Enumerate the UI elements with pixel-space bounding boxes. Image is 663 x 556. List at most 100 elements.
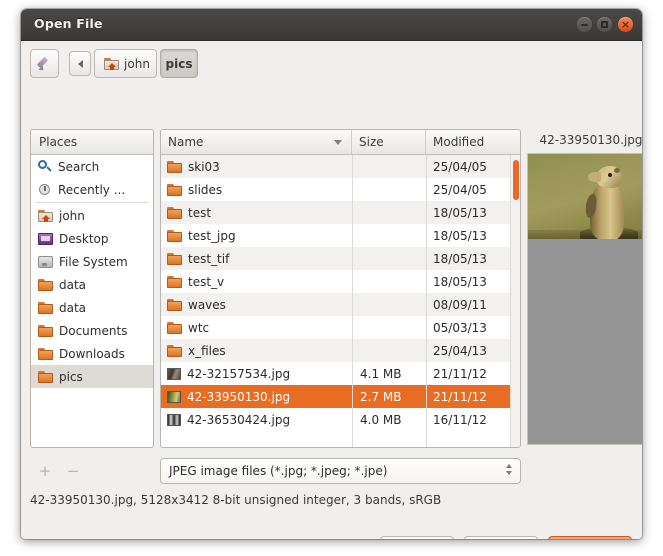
folder-icon: [167, 321, 182, 334]
folder-icon: [38, 347, 53, 360]
file-name: waves: [188, 297, 226, 312]
add-filter-button[interactable]: +: [37, 463, 53, 479]
file-name: test: [188, 205, 212, 220]
close-icon: ×: [620, 17, 631, 31]
edit-path-button[interactable]: [30, 49, 59, 78]
file-size: 4.1 MB: [360, 366, 402, 381]
file-name: test_v: [188, 274, 225, 289]
table-row[interactable]: 42-32157534.jpg 4.1 MB 21/11/12: [161, 362, 520, 385]
file-modified: 21/11/12: [433, 366, 487, 381]
close-button[interactable]: ×: [618, 17, 633, 32]
sidebar-item-label: Desktop: [59, 231, 109, 246]
sidebar-item-label: john: [59, 208, 85, 223]
table-row[interactable]: x_files 25/04/13: [161, 339, 520, 362]
file-name: 42-32157534.jpg: [187, 366, 291, 381]
table-row[interactable]: test_v 18/05/13: [161, 270, 520, 293]
minimize-icon: [577, 17, 592, 32]
folder-icon: [38, 370, 53, 383]
sidebar-item-label: Documents: [59, 323, 128, 338]
table-row[interactable]: test_jpg 18/05/13: [161, 224, 520, 247]
sidebar-item-file-system[interactable]: File System: [31, 250, 153, 273]
column-header-modified[interactable]: Modified: [426, 130, 520, 154]
sidebar-divider: [35, 202, 149, 203]
remove-filter-button[interactable]: −: [65, 463, 81, 479]
dialog-footer: Pin up Help Cancel Open: [21, 525, 642, 539]
sidebar-item-desktop[interactable]: Desktop: [31, 227, 153, 250]
sidebar-item-data-2[interactable]: data: [31, 296, 153, 319]
table-row[interactable]: ski03 25/04/05: [161, 155, 520, 178]
minimize-button[interactable]: [577, 17, 592, 32]
column-header-name[interactable]: Name: [161, 130, 352, 154]
folder-icon: [167, 298, 182, 311]
open-file-dialog: Open File × john pics Places Search Rece…: [21, 9, 642, 539]
table-row[interactable]: test 18/05/13: [161, 201, 520, 224]
file-type-filter-combobox[interactable]: JPEG image files (*.jpg; *.jpeg; *.jpe): [160, 458, 521, 484]
file-name: test_tif: [188, 251, 230, 266]
sidebar-item-data-1[interactable]: data: [31, 273, 153, 296]
sidebar-item-label: Downloads: [59, 346, 125, 361]
sidebar-item-label: Recently ...: [58, 182, 126, 197]
sidebar-item-john[interactable]: john: [31, 204, 153, 227]
file-name: test_jpg: [188, 228, 236, 243]
table-row[interactable]: test_tif 18/05/13: [161, 247, 520, 270]
breadcrumb-pics[interactable]: pics: [160, 49, 198, 78]
folder-icon: [167, 229, 182, 242]
maximize-button[interactable]: [597, 17, 612, 32]
sidebar-item-search[interactable]: Search: [31, 155, 153, 178]
help-button[interactable]: Help: [380, 536, 454, 539]
back-button[interactable]: [69, 51, 91, 76]
scrollbar-thumb[interactable]: [513, 160, 519, 200]
disk-icon: [38, 255, 53, 268]
file-modified: 18/05/13: [433, 274, 487, 289]
home-folder-icon: [38, 209, 53, 222]
column-header-size-label: Size: [359, 135, 384, 149]
table-row[interactable]: wtc 05/03/13: [161, 316, 520, 339]
sidebar-item-recently-used[interactable]: Recently ...: [31, 178, 153, 201]
file-list-scrollbar[interactable]: [510, 155, 520, 447]
file-type-filter-value: JPEG image files (*.jpg; *.jpeg; *.jpe): [169, 464, 388, 478]
sidebar-item-label: Search: [58, 159, 100, 174]
image-thumbnail-icon: [167, 367, 181, 380]
image-thumbnail-icon: [167, 390, 181, 403]
column-header-name-label: Name: [168, 135, 204, 149]
path-toolbar: john pics: [21, 41, 642, 85]
file-list-pane: Name Size Modified ski03 25/04/05 slides…: [160, 129, 521, 448]
folder-icon: [167, 160, 182, 173]
sidebar-item-pics[interactable]: pics: [31, 365, 153, 388]
sidebar-item-downloads[interactable]: Downloads: [31, 342, 153, 365]
recent-icon: [38, 183, 52, 197]
file-modified: 21/11/12: [433, 389, 487, 404]
table-row[interactable]: slides 25/04/05: [161, 178, 520, 201]
home-folder-icon: [104, 57, 120, 70]
dialog-body: john pics Places Search Recently ... joh…: [21, 41, 642, 539]
file-size: 2.7 MB: [360, 389, 402, 404]
breadcrumb-john[interactable]: john: [94, 49, 157, 78]
sidebar-item-label: File System: [59, 254, 128, 269]
file-modified: 18/05/13: [433, 205, 487, 220]
file-modified: 18/05/13: [433, 228, 487, 243]
preview-image-container: [527, 153, 642, 445]
table-row[interactable]: 42-36530424.jpg 4.0 MB 16/11/12: [161, 408, 520, 431]
window-title: Open File: [34, 16, 103, 31]
maximize-icon: [597, 17, 612, 32]
image-thumbnail-icon: [167, 413, 181, 426]
file-modified: 25/04/05: [433, 159, 487, 174]
sidebar-item-documents[interactable]: Documents: [31, 319, 153, 342]
preview-pane: 42-33950130.jpg: [527, 129, 642, 448]
column-header-size[interactable]: Size: [352, 130, 426, 154]
sidebar-item-label: data: [59, 277, 87, 292]
file-name: x_files: [188, 343, 226, 358]
file-size: 4.0 MB: [360, 412, 402, 427]
folder-icon: [38, 278, 53, 291]
cancel-button[interactable]: Cancel: [464, 536, 538, 539]
table-row[interactable]: waves 08/09/11: [161, 293, 520, 316]
file-modified: 16/11/12: [433, 412, 487, 427]
folder-icon: [38, 324, 53, 337]
table-row-selected[interactable]: 42-33950130.jpg 2.7 MB 21/11/12: [161, 385, 520, 408]
folder-icon: [38, 301, 53, 314]
search-icon: [38, 159, 52, 174]
title-bar[interactable]: Open File ×: [21, 9, 642, 41]
open-button[interactable]: Open: [548, 536, 632, 539]
breadcrumb-pics-label: pics: [165, 56, 193, 71]
sort-descending-icon: [334, 139, 342, 145]
